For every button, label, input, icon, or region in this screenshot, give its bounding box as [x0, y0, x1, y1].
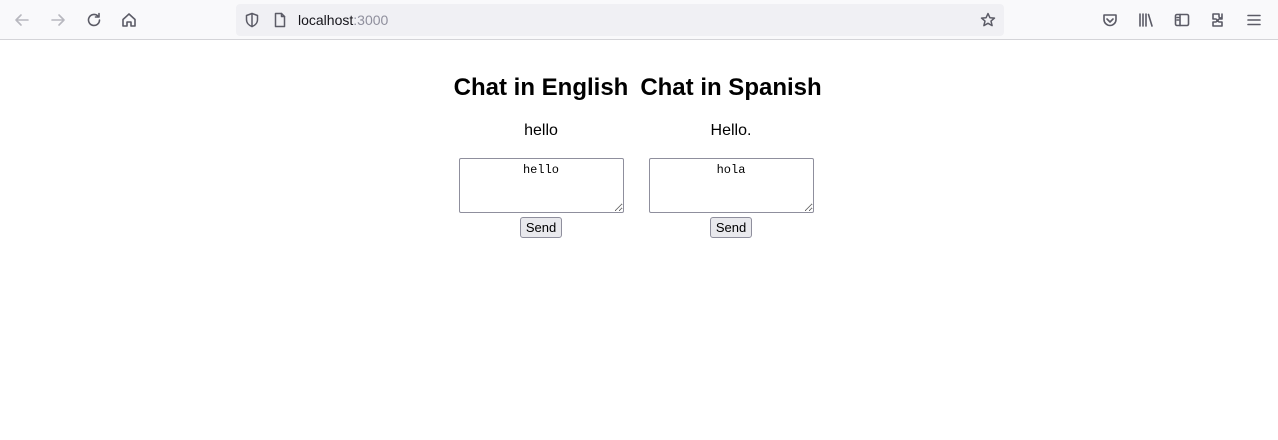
menu-icon — [1247, 14, 1261, 26]
library-icon — [1139, 13, 1153, 27]
address-bar[interactable]: localhost:3000 — [236, 4, 1004, 36]
forward-button[interactable] — [44, 6, 72, 34]
back-button[interactable] — [8, 6, 36, 34]
send-button[interactable]: Send — [519, 217, 563, 238]
pocket-icon — [1103, 14, 1117, 27]
shield-icon[interactable] — [244, 12, 260, 28]
chat-title: Chat in English — [453, 74, 629, 101]
extensions-button[interactable] — [1204, 6, 1232, 34]
home-button[interactable] — [115, 6, 143, 34]
menu-button[interactable] — [1240, 6, 1268, 34]
browser-toolbar: localhost:3000 — [0, 0, 1278, 40]
chat-panel-english: Chat in English hello hello Send — [441, 70, 641, 238]
library-button[interactable] — [1132, 6, 1160, 34]
page-icon[interactable] — [272, 12, 288, 28]
home-icon — [122, 13, 136, 27]
url-port: :3000 — [353, 12, 389, 28]
sidebar-icon — [1174, 13, 1190, 27]
send-button[interactable]: Send — [709, 217, 753, 238]
bookmark-star-icon[interactable] — [980, 12, 996, 28]
url-text[interactable]: localhost:3000 — [298, 12, 388, 28]
extensions-icon — [1212, 13, 1223, 27]
chat-message: hello — [524, 122, 558, 139]
pocket-button[interactable] — [1096, 6, 1124, 34]
sidebar-button[interactable] — [1168, 6, 1196, 34]
url-host: localhost — [298, 12, 354, 28]
reload-button[interactable] — [80, 6, 108, 34]
chat-panel-spanish: Chat in Spanish Hello. hola Send — [631, 70, 831, 238]
chat-message: Hello. — [710, 122, 752, 139]
chat-title: Chat in Spanish — [640, 74, 822, 101]
back-arrow-icon — [15, 14, 29, 26]
message-input[interactable]: hola — [648, 158, 814, 213]
message-input[interactable]: hello — [458, 158, 624, 213]
forward-arrow-icon — [51, 14, 65, 26]
reload-icon — [87, 12, 101, 27]
